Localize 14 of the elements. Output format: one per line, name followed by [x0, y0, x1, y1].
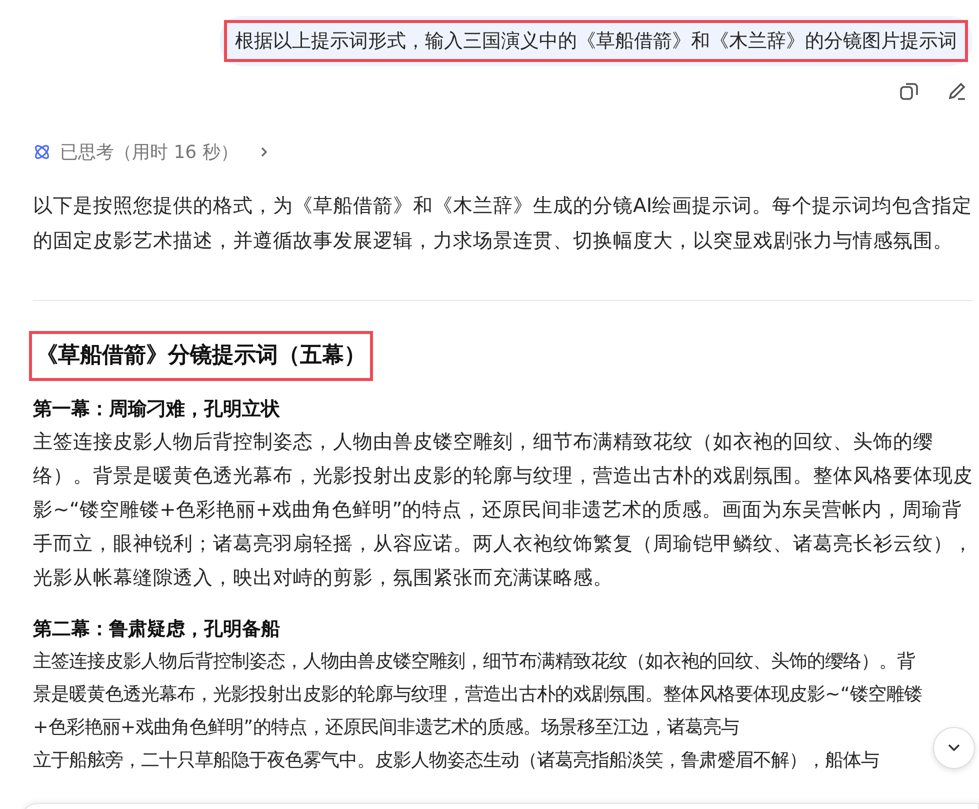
edit-icon[interactable] — [946, 80, 968, 102]
chevron-icon — [259, 145, 270, 159]
scene-paragraph: 主签连接皮影人物后背控制姿态，人物由兽皮镂空雕刻，细节布满精致花纹（如衣袍的回纹、头饰的缨络）。背景是暖黄色透光幕布，光影投射出皮影的轮廓与纹理，营造出古朴的戏剧氛围。整体风格要体现皮影~“镂空雕镂+色彩艳丽+戏曲角色鲜明”的特点，还原民间非遗艺术的质感。画面为东吴营帐内，周瑜背手而立，眼神锐利；诸葛亮羽扇轻摇，从容应诺。两人衣袍纹饰繁复（周瑜铠甲鳞纹、诸葛亮长衫云纹），光影从帐幕缝隙透入，映出对峙的剪影，氛围紧张而充满谋略感。 — [33, 429, 973, 591]
scene-heading: 第一幕：周瑜刁难，孔明立状 — [33, 397, 281, 422]
user-message: 根据以上提示词形式，输入三国演义中的《草船借箭》和《木兰辞》的分镜图片提示词 — [224, 20, 968, 62]
section-heading: 《草船借箭》分镜提示词（五幕） — [29, 331, 373, 381]
scene-paragraph: 立于船舷旁，二十只草船隐于夜色雾气中。皮影人物姿态生动（诸葛亮指船淡笑，鲁肃蹙眉不解），船体与 — [33, 749, 880, 773]
atom-icon — [33, 143, 51, 161]
scene-paragraph: 主签连接皮影人物后背控制姿态，人物由兽皮镂空雕刻，细节布满精致花纹（如衣袍的回纹、头饰的缨络）。背景是暖黄色透光幕布，光影投射出皮影的轮廓与纹理，营造出古朴的戏剧氛围。整体风格要体现皮影~“镂空雕镂+色彩艳丽+戏曲角色鲜明”的特点，还原民间非遗艺术的质感。场景移至江边，诸葛亮与 — [33, 650, 923, 740]
copy-icon[interactable] — [898, 80, 920, 102]
intro-paragraph: 以下是按照您提供的格式，为《草船借箭》和《木兰辞》生成的分镜AI绘画提示词。每个提示词均包含指定的固定皮影艺术描述，并遵循故事发展逻辑，力求场景连贯、切换幅度大，以突显戏剧张力与情感氛围。 — [33, 193, 973, 254]
scene-heading: 第二幕：鲁肃疑虑，孔明备船 — [33, 617, 281, 642]
thinking-toggle[interactable]: 已思考（用时 16 秒） — [33, 140, 972, 164]
chevron-down-icon — [947, 743, 961, 753]
